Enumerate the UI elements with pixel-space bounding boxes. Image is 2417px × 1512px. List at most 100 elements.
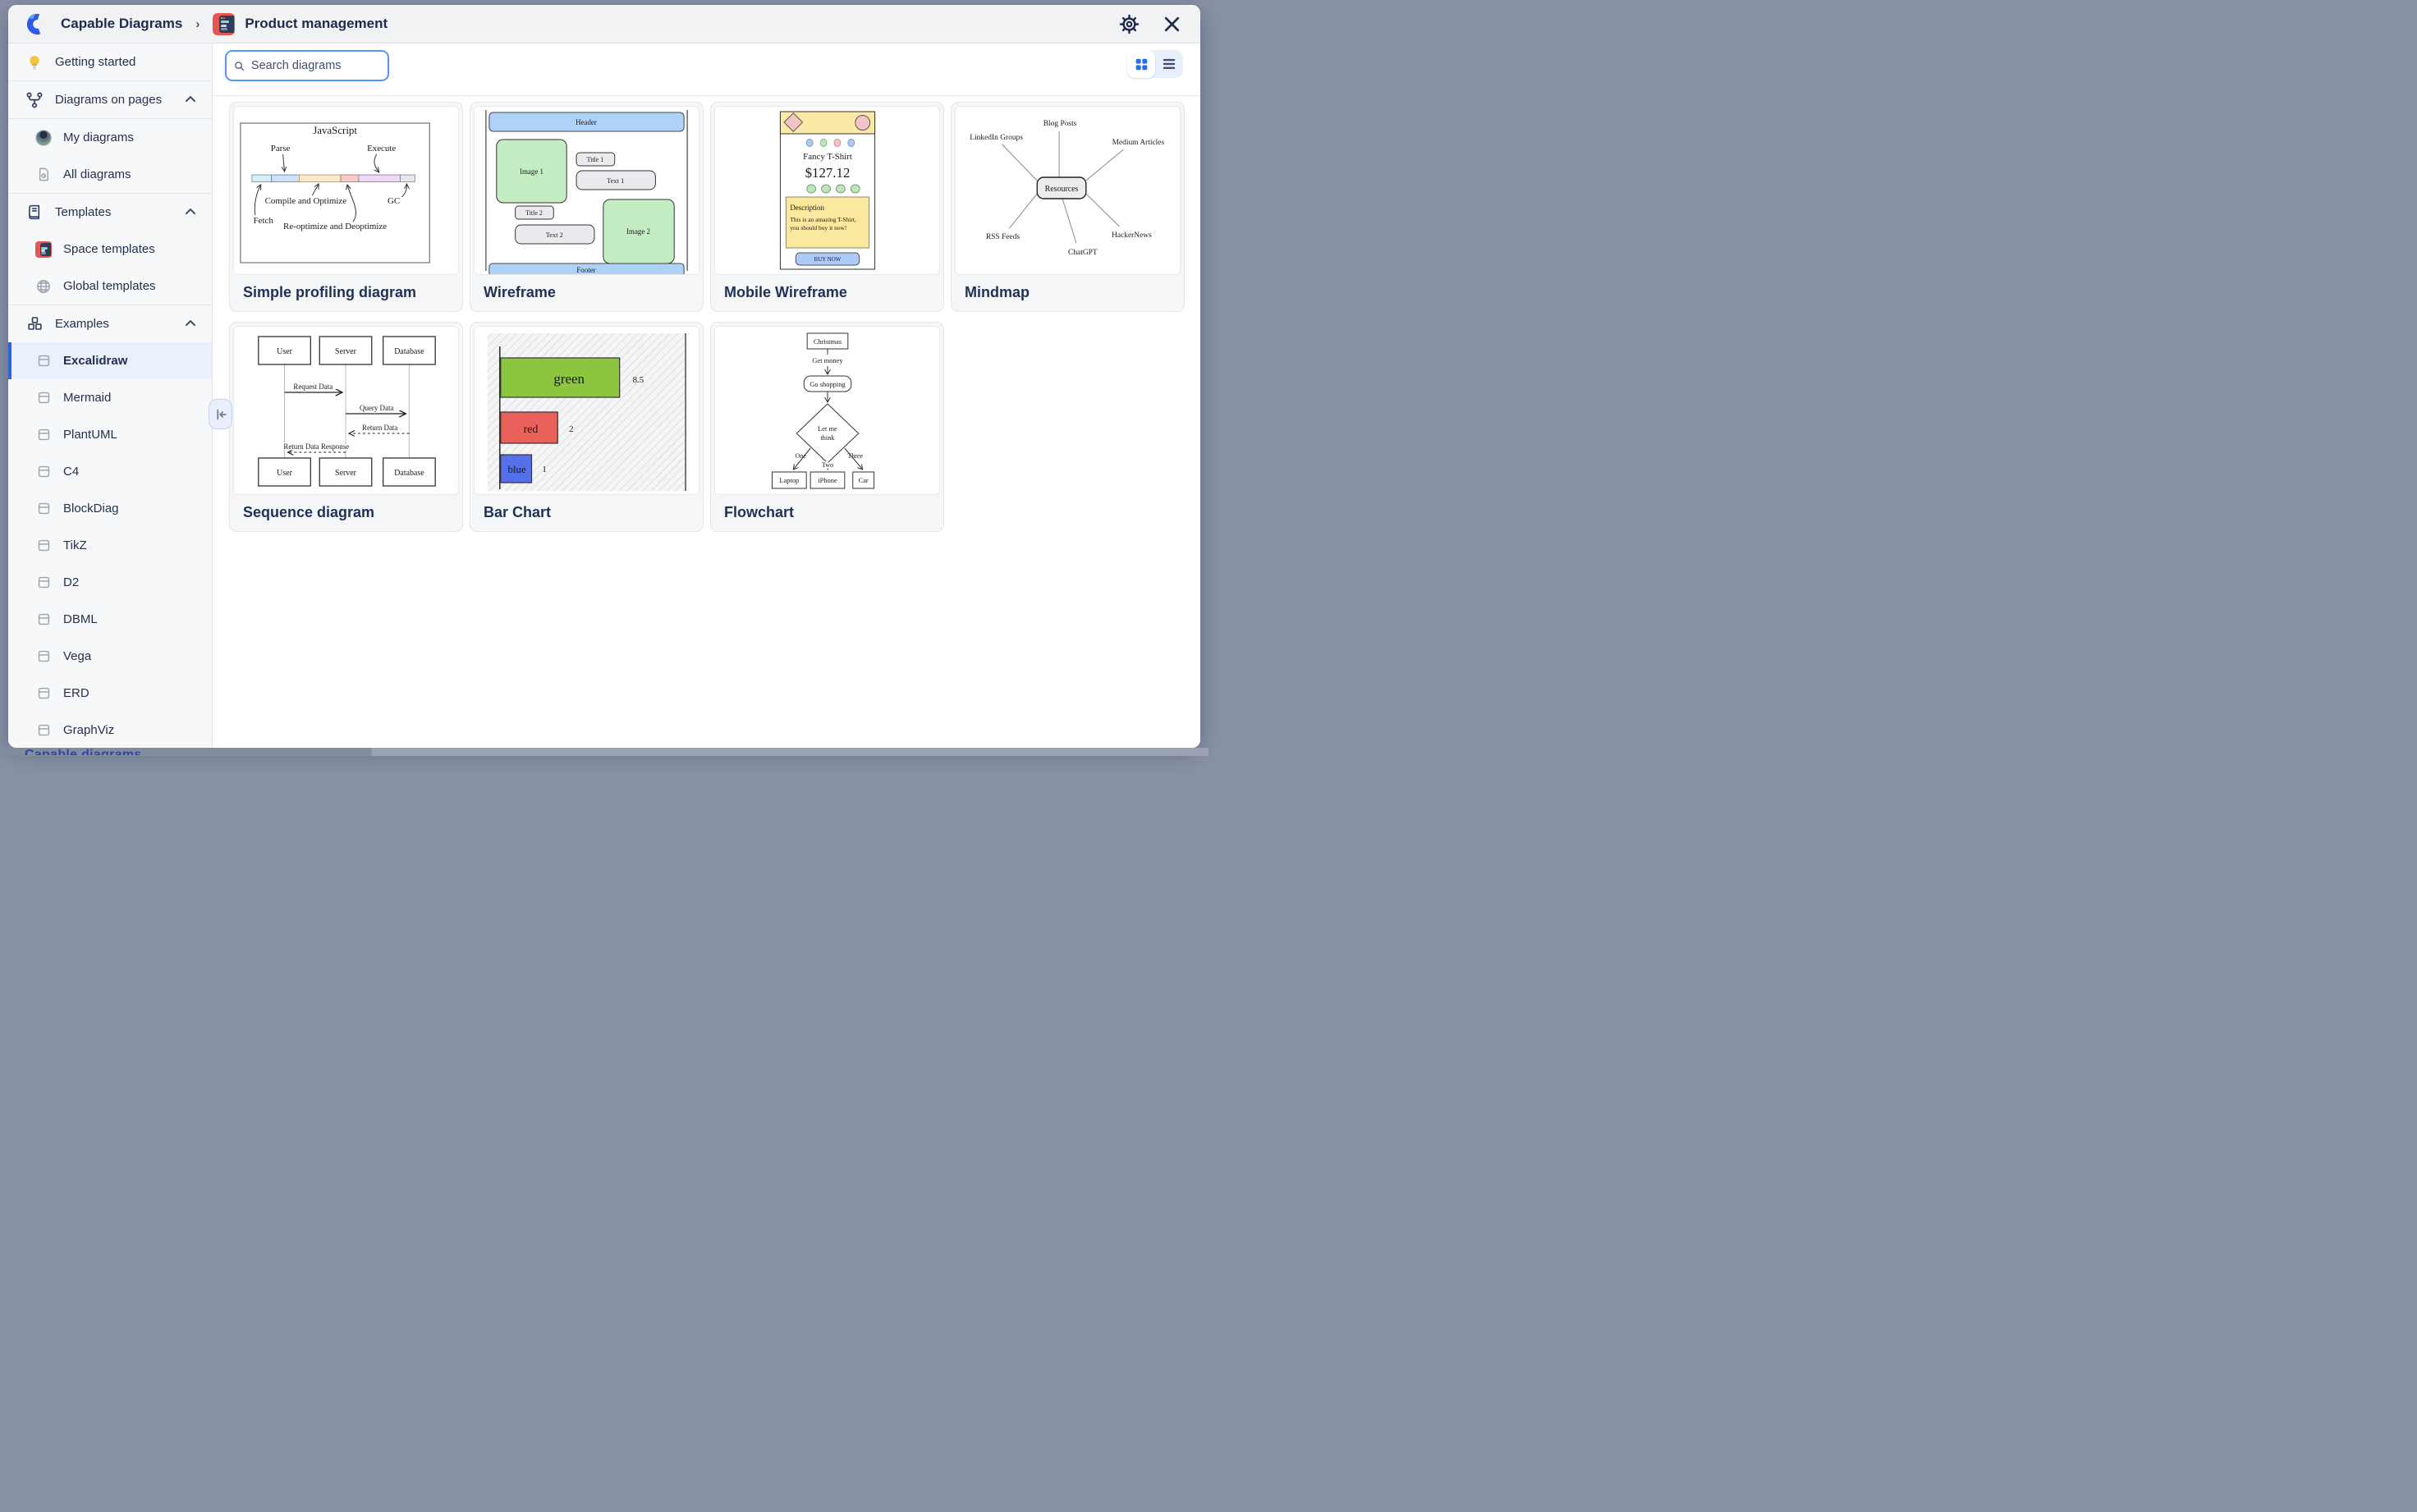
svg-text:Database: Database (394, 347, 424, 356)
sidebar-item-vega[interactable]: Vega (8, 638, 212, 675)
svg-text:GC: GC (388, 196, 400, 206)
sidebar-item-global-templates[interactable]: Global templates (8, 268, 212, 305)
sidebar-item-dbml[interactable]: DBML (8, 601, 212, 638)
sidebar-item-getting-started[interactable]: Getting started (8, 44, 212, 80)
svg-text:Compile and Optimize: Compile and Optimize (265, 196, 347, 206)
template-card-simple-profiling-diagram[interactable]: JavaScript Parse Execute Compile and Opt… (229, 102, 463, 312)
svg-text:Go shopping: Go shopping (809, 380, 846, 388)
svg-text:Fetch: Fetch (254, 216, 274, 226)
search-input-wrapper[interactable] (225, 50, 389, 81)
svg-text:Three: Three (847, 452, 863, 460)
svg-text:you should buy it now!: you should buy it now! (790, 224, 846, 231)
sidebar-item-mermaid[interactable]: Mermaid (8, 379, 212, 416)
template-card-wireframe[interactable]: Header Image 1 Title 1 Text 1 Title 2 Te… (470, 102, 704, 312)
sidebar-item-erd[interactable]: ERD (8, 675, 212, 712)
blocks-icon (25, 314, 44, 334)
template-icon (35, 685, 52, 702)
template-icon (35, 538, 52, 554)
close-icon[interactable] (1158, 10, 1186, 38)
grid-view-button[interactable] (1127, 50, 1155, 78)
svg-text:This is an amazing T-Shirt,: This is an amazing T-Shirt, (790, 216, 856, 223)
lightbulb-icon (25, 53, 44, 72)
svg-text:Get money: Get money (812, 356, 843, 364)
chevron-up-icon[interactable] (182, 91, 199, 111)
card-title: Bar Chart (474, 495, 699, 529)
breadcrumb-app-title[interactable]: Capable Diagrams (61, 16, 182, 32)
sidebar-item-excalidraw[interactable]: Excalidraw (8, 342, 212, 379)
sidebar-item-label: D2 (63, 575, 79, 589)
svg-text:Description: Description (790, 204, 824, 212)
sidebar-item-all-diagrams[interactable]: All diagrams (8, 156, 212, 193)
svg-text:User: User (277, 347, 292, 356)
view-toggle (1127, 50, 1183, 78)
user-avatar (35, 130, 52, 146)
svg-text:Image 2: Image 2 (626, 227, 650, 236)
sidebar-collapse-button[interactable] (209, 399, 232, 429)
chevron-up-icon[interactable] (182, 204, 199, 223)
search-input[interactable] (251, 59, 381, 72)
svg-text:8.5: 8.5 (633, 375, 644, 385)
template-icon (35, 722, 52, 739)
card-title: Sequence diagram (233, 495, 459, 529)
thumbnail-wireframe: Header Image 1 Title 1 Text 1 Title 2 Te… (474, 106, 699, 275)
template-card-mindmap[interactable]: Resources Blog Posts LinkedIn Groups Med… (951, 102, 1185, 312)
svg-text:Title 2: Title 2 (525, 209, 543, 217)
sidebar-section-examples[interactable]: Examples (8, 305, 212, 342)
sidebar-item-label: GraphViz (63, 723, 114, 737)
sidebar-item-label: Vega (63, 649, 91, 663)
svg-text:Re-optimize and Deoptimize: Re-optimize and Deoptimize (283, 222, 387, 231)
svg-text:Return Data: Return Data (362, 424, 397, 432)
settings-gear-icon[interactable] (1115, 10, 1143, 38)
card-title: Flowchart (714, 495, 940, 529)
template-icon (35, 390, 52, 406)
book-icon (25, 203, 44, 222)
template-card-mobile-wireframe[interactable]: Fancy T-Shirt $127.12 Description This i… (710, 102, 944, 312)
svg-text:blue: blue (508, 463, 526, 475)
breadcrumb-chevron-icon: › (195, 17, 200, 31)
sidebar-item-label: All diagrams (63, 167, 131, 181)
svg-text:One: One (796, 452, 807, 460)
sidebar-section-templates[interactable]: Templates (8, 194, 212, 231)
svg-text:Server: Server (335, 469, 357, 478)
sidebar-section-label: Examples (55, 317, 109, 331)
template-icon (35, 353, 52, 369)
search-icon (233, 59, 245, 73)
svg-text:Parse: Parse (271, 144, 291, 153)
sidebar-item-plantuml[interactable]: PlantUML (8, 416, 212, 453)
template-card-bar-chart[interactable]: green 8.5 red 2 blue 1 Bar Chart (470, 322, 704, 532)
sidebar-item-label: PlantUML (63, 428, 117, 442)
template-card-flowchart[interactable]: Christmas Get money Go shopping Let me t… (710, 322, 944, 532)
list-view-button[interactable] (1155, 57, 1183, 71)
svg-text:Server: Server (335, 347, 357, 356)
template-card-sequence-diagram[interactable]: User Server Database User Server Databas… (229, 322, 463, 532)
svg-text:Database: Database (394, 469, 424, 478)
svg-text:JavaScript: JavaScript (313, 124, 357, 136)
template-icon (35, 427, 52, 443)
sidebar-item-space-templates[interactable]: Space templates (8, 231, 212, 268)
space-app-icon (35, 241, 52, 258)
grid-view-icon (1135, 57, 1149, 71)
template-icon (35, 501, 52, 517)
thumbnail-sequence-diagram: User Server Database User Server Databas… (233, 326, 459, 495)
sidebar-item-my-diagrams[interactable]: My diagrams (8, 119, 212, 156)
chevron-up-icon[interactable] (182, 315, 199, 335)
sidebar-item-c4[interactable]: C4 (8, 453, 212, 490)
card-title: Wireframe (474, 275, 699, 309)
capable-diagrams-logo-icon (25, 11, 50, 37)
sidebar-section-label: Templates (55, 205, 111, 219)
svg-text:Text 1: Text 1 (607, 176, 624, 185)
sidebar-item-blockdiag[interactable]: BlockDiag (8, 490, 212, 527)
svg-text:Let me: Let me (818, 424, 837, 433)
svg-text:Medium Articles: Medium Articles (1112, 139, 1165, 147)
sidebar: Getting started Diagrams on pages My dia… (8, 44, 213, 748)
sidebar-item-graphviz[interactable]: GraphViz (8, 712, 212, 748)
sidebar-item-d2[interactable]: D2 (8, 564, 212, 601)
sidebar-section-diagrams-on-pages[interactable]: Diagrams on pages (8, 81, 212, 118)
card-title: Mindmap (955, 275, 1181, 309)
sidebar-item-tikz[interactable]: TikZ (8, 527, 212, 564)
file-chart-icon (35, 167, 52, 183)
branch-icon (25, 90, 44, 110)
svg-text:Image 1: Image 1 (520, 167, 543, 176)
svg-text:Text 2: Text 2 (546, 231, 563, 239)
sidebar-item-label: TikZ (63, 538, 87, 552)
